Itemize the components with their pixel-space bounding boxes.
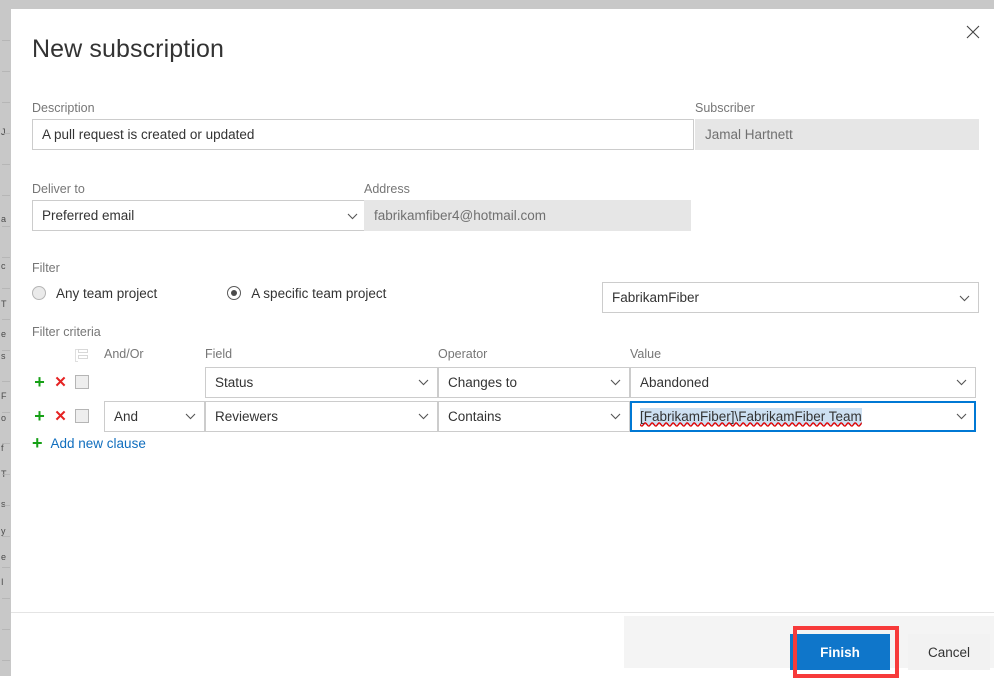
plus-icon: + — [32, 433, 43, 453]
row-checkbox[interactable] — [75, 375, 89, 389]
value-text: [FabrikamFiber]\FabrikamFiber Team — [640, 407, 862, 425]
deliver-to-label: Deliver to — [32, 182, 85, 196]
criteria-select-header[interactable] — [75, 348, 104, 362]
value-select[interactable]: Abandoned — [630, 366, 976, 398]
radio-label: Any team project — [56, 285, 158, 301]
description-label: Description — [32, 101, 95, 115]
description-input[interactable]: A pull request is created or updated — [32, 119, 694, 150]
deliver-to-value: Preferred email — [42, 208, 135, 223]
field-select[interactable]: Status — [205, 366, 438, 398]
chevron-down-icon — [185, 413, 196, 420]
subscriber-label: Subscriber — [695, 101, 755, 115]
chevron-down-icon — [956, 379, 967, 386]
chevron-down-icon — [610, 413, 621, 420]
column-header-field: Field — [205, 347, 233, 361]
radio-icon-selected — [227, 286, 242, 300]
finish-button[interactable]: Finish — [790, 634, 890, 670]
and-or-select[interactable]: And — [104, 400, 205, 432]
criteria-row: + ✕ Status Changes to Abandoned — [32, 365, 979, 399]
subscriber-field: Jamal Hartnett — [695, 119, 979, 150]
address-field: fabrikamfiber4@hotmail.com — [364, 200, 691, 231]
filter-label: Filter — [32, 261, 60, 275]
background-page-strip: JacTesFofTsyeI — [0, 0, 11, 676]
column-header-operator: Operator — [438, 347, 488, 361]
column-header-value: Value — [630, 347, 662, 361]
field-select[interactable]: Reviewers — [205, 400, 438, 432]
operator-value: Changes to — [448, 374, 518, 390]
field-value: Reviewers — [215, 408, 279, 424]
add-row-icon[interactable]: + — [32, 373, 47, 391]
value-text: Abandoned — [640, 374, 710, 390]
and-or-value: And — [114, 408, 139, 424]
row-checkbox[interactable] — [75, 409, 89, 423]
operator-value: Contains — [448, 408, 502, 424]
delete-row-icon[interactable]: ✕ — [53, 374, 68, 391]
operator-select[interactable]: Changes to — [438, 366, 630, 398]
radio-specific-team-project[interactable]: A specific team project — [227, 286, 386, 301]
criteria-row: + ✕ And Reviewers Contains [FabrikamFibe… — [32, 399, 979, 433]
delete-row-icon[interactable]: ✕ — [53, 408, 68, 425]
add-row-icon[interactable]: + — [32, 407, 47, 425]
close-icon[interactable] — [958, 17, 988, 47]
chevron-down-icon — [959, 295, 970, 302]
address-label: Address — [364, 182, 410, 196]
column-header-and-or: And/Or — [104, 347, 144, 361]
column-options-icon[interactable] — [75, 348, 89, 362]
chevron-down-icon — [956, 413, 967, 420]
page-title: New subscription — [32, 35, 224, 63]
chevron-down-icon — [418, 413, 429, 420]
filter-criteria-label: Filter criteria — [32, 325, 101, 339]
filter-criteria-grid: And/Or Field Operator Value + ✕ Status C… — [32, 343, 979, 433]
radio-any-team-project[interactable]: Any team project — [32, 286, 157, 301]
add-new-clause-button[interactable]: + Add new clause — [32, 434, 146, 452]
background-top-band — [0, 0, 994, 9]
radio-icon — [32, 286, 46, 300]
filter-scope-radio-group: Any team project A specific team project — [32, 281, 386, 305]
chevron-down-icon — [418, 379, 429, 386]
new-subscription-dialog: New subscription Description A pull requ… — [11, 9, 994, 678]
deliver-to-select[interactable]: Preferred email — [32, 200, 367, 231]
team-project-select[interactable]: FabrikamFiber — [602, 282, 979, 313]
value-select[interactable]: [FabrikamFiber]\FabrikamFiber Team — [630, 400, 976, 432]
operator-select[interactable]: Contains — [438, 400, 630, 432]
add-new-clause-label: Add new clause — [50, 435, 146, 451]
team-project-value: FabrikamFiber — [612, 290, 700, 305]
radio-label: A specific team project — [251, 285, 387, 301]
field-value: Status — [215, 374, 254, 390]
chevron-down-icon — [347, 213, 358, 220]
cancel-button[interactable]: Cancel — [908, 634, 990, 670]
chevron-down-icon — [610, 379, 621, 386]
criteria-header-row: And/Or Field Operator Value — [32, 343, 979, 365]
